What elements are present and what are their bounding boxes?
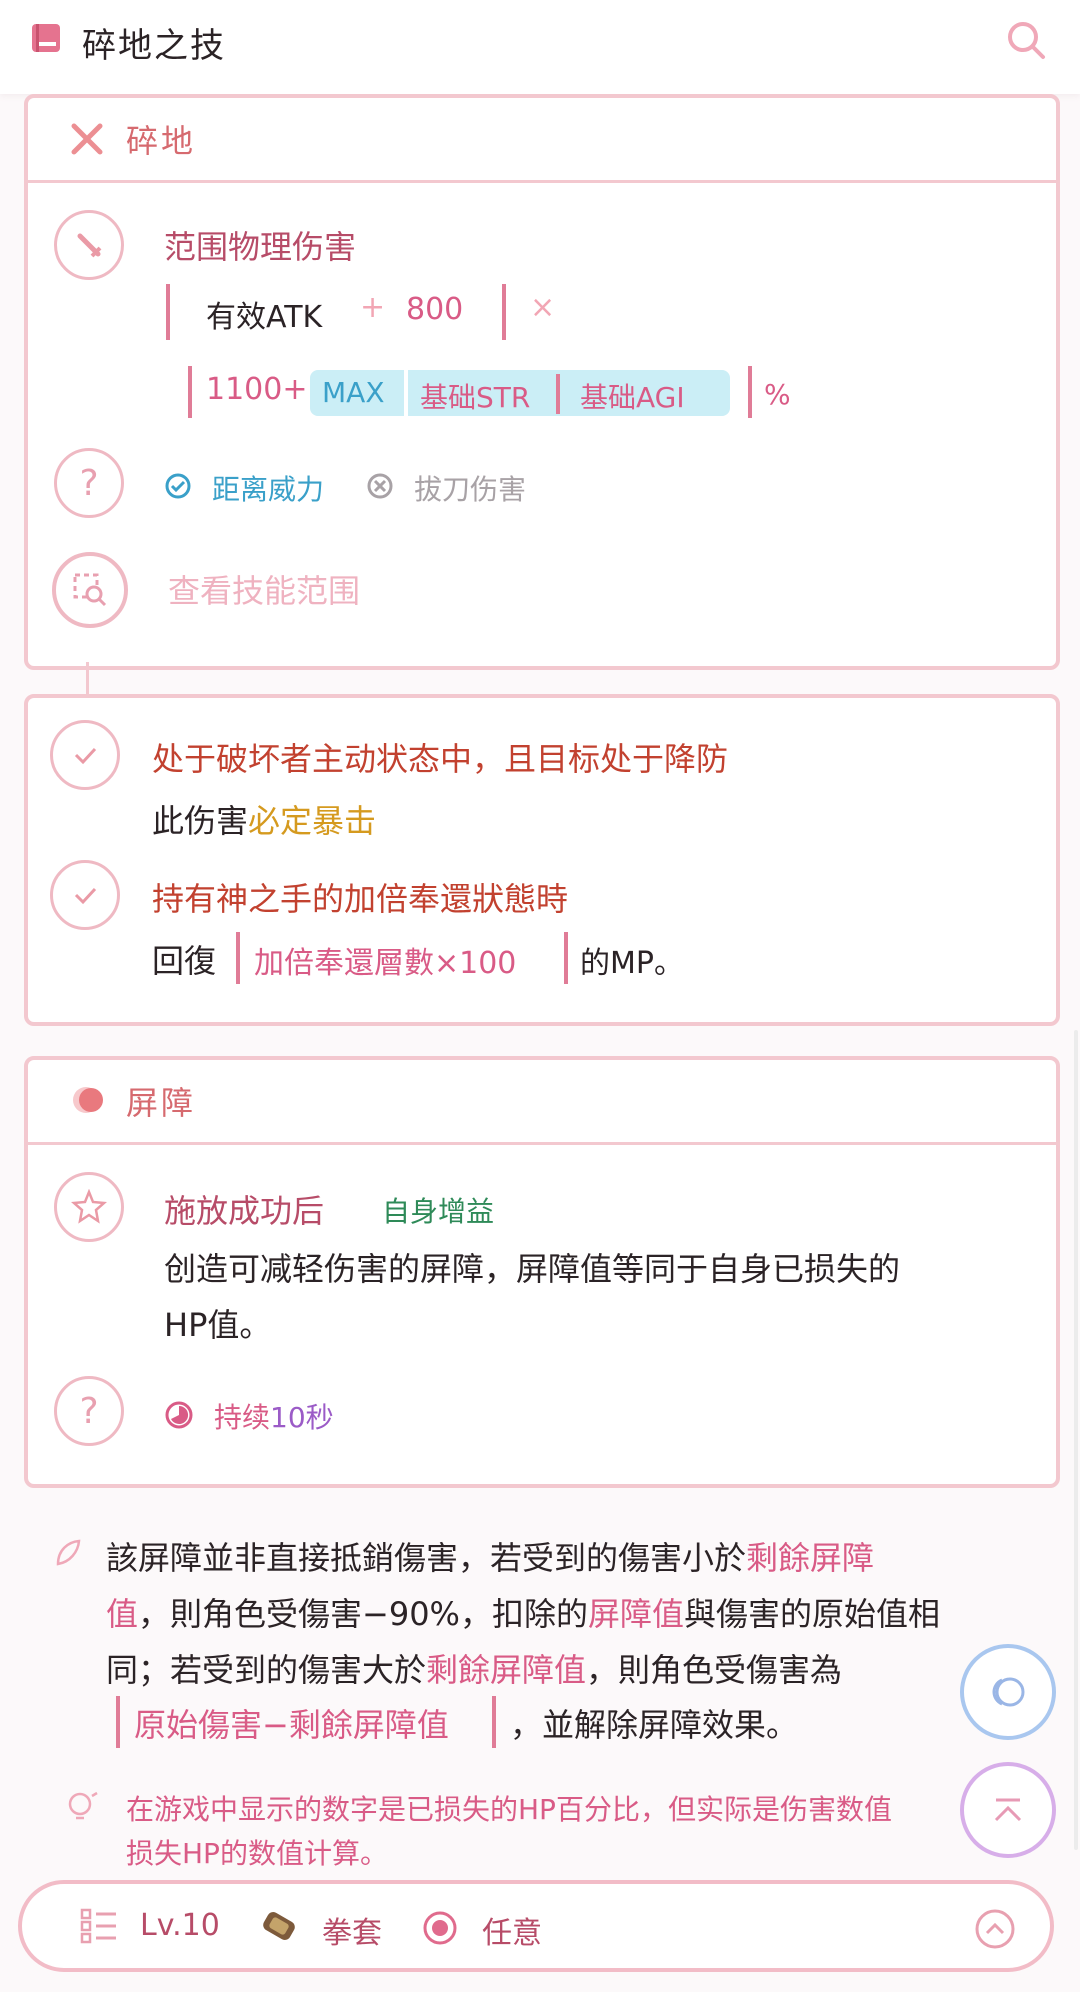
- weapon-type[interactable]: 拳套: [322, 1908, 382, 1952]
- condition-check-badge: [50, 720, 120, 790]
- question-icon: ?: [79, 462, 99, 504]
- target-icon: [423, 1911, 457, 1945]
- note-formula: 原始傷害−剩餘屏障值: [134, 1706, 449, 1744]
- duration-value: 10秒: [270, 1401, 334, 1434]
- note-highlight: 剩餘屏障值: [426, 1651, 587, 1689]
- percent-sign: %: [764, 378, 791, 411]
- note-highlight: 屏障值: [587, 1595, 684, 1633]
- expand-up-icon[interactable]: [974, 1908, 1016, 1950]
- note-line: 該屏障並非直接抵銷傷害，若受到的傷害小於剩餘屏障: [106, 1530, 1036, 1586]
- lightbulb-icon: [68, 1791, 98, 1820]
- critical-highlight: 必定暴击: [248, 802, 377, 840]
- timer-icon: [165, 1401, 193, 1429]
- formula-bracket: [188, 366, 192, 418]
- check-icon: [74, 747, 97, 765]
- condition-1-desc-text: 此伤害: [152, 802, 249, 840]
- scrollbar[interactable]: [1074, 1030, 1078, 1850]
- scroll-top-button[interactable]: [960, 1762, 1056, 1858]
- tag-distance-power: 距离威力: [212, 473, 325, 506]
- formula-bracket: [236, 932, 240, 984]
- note-text: 同；若受到的傷害大於: [106, 1651, 427, 1689]
- note-highlight: 值: [106, 1595, 139, 1633]
- skill-level[interactable]: Lv.10: [140, 1908, 220, 1943]
- book-icon: [32, 24, 60, 52]
- trigger-label: 施放成功后: [164, 1192, 325, 1230]
- note-text-end: ，並解除屏障效果。: [510, 1706, 799, 1744]
- times-sign: ×: [530, 290, 556, 325]
- condition-1-desc: 此伤害必定暴击: [152, 796, 376, 842]
- skill-title: 碎地: [126, 122, 197, 160]
- tip-line: 在游戏中显示的数字是已损失的HP百分比，但实际是伤害数值: [126, 1793, 892, 1826]
- tip-line: 损失HP的数值计算。: [126, 1837, 388, 1870]
- barrier-desc: 创造可减轻伤害的屏障，屏障值等同于自身已损失的: [164, 1250, 901, 1288]
- condition-2-formula: 加倍奉還層數×100: [254, 946, 517, 981]
- buff-badge: [54, 1172, 124, 1242]
- base-stat: 有效ATK: [206, 300, 323, 335]
- switch-view-button[interactable]: [960, 1644, 1056, 1740]
- view-range-button[interactable]: [52, 552, 128, 628]
- condition-check-badge: [50, 860, 120, 930]
- connector-line: [86, 662, 89, 694]
- formula-bracket: [502, 284, 506, 340]
- barrier-icon: [73, 1087, 103, 1113]
- max-tag: MAX: [322, 376, 385, 409]
- note-highlight: 剩餘屏障: [746, 1539, 875, 1577]
- check-icon: [74, 887, 97, 905]
- formula-bracket: [564, 932, 568, 984]
- zoom-area-icon: [73, 573, 107, 607]
- formula-bracket: [748, 366, 752, 418]
- leaf-icon: [56, 1539, 81, 1566]
- condition-2-desc-b: 的MP。: [580, 946, 684, 981]
- str-tag: 基础STR: [420, 381, 531, 414]
- buff-type: 自身增益: [382, 1195, 495, 1228]
- chevron-up-icon: [994, 1798, 1022, 1822]
- check-circle-icon: [165, 473, 191, 499]
- condition-2-desc-a: 回復: [152, 942, 217, 980]
- condition-2-title: 持有神之手的加倍奉還狀態時: [152, 880, 569, 918]
- agi-tag: 基础AGI: [580, 381, 685, 414]
- crossed-swords-icon: [71, 123, 103, 155]
- skill-title: 屏障: [126, 1084, 197, 1122]
- note-line: 同；若受到的傷害大於剩餘屏障值，則角色受傷害為: [106, 1642, 1036, 1698]
- sub-weapon[interactable]: 任意: [482, 1908, 542, 1952]
- page-title: 碎地之技: [82, 26, 226, 66]
- tip-text: 在游戏中显示的数字是已损失的HP百分比，但实际是伤害数值 损失HP的数值计算。: [126, 1788, 966, 1876]
- condition-1-title: 处于破坏者主动状态中，且目标处于降防: [152, 740, 729, 778]
- formula-bracket: [166, 284, 170, 340]
- search-icon[interactable]: [1004, 18, 1048, 62]
- formula-bracket: [492, 1696, 496, 1748]
- multiplier-base: 1100+: [206, 372, 308, 407]
- duration-label: 持续: [214, 1401, 271, 1434]
- note-text: ，則角色受傷害−90%，扣除的: [138, 1595, 588, 1633]
- layers-icon: [992, 1677, 1025, 1707]
- formula-bracket: [116, 1696, 120, 1748]
- pill-divider: [404, 370, 408, 416]
- tag-draw-damage: 拔刀伤害: [414, 473, 527, 506]
- help-badge[interactable]: ?: [54, 448, 124, 518]
- note-text: ，則角色受傷害為: [586, 1651, 843, 1689]
- note-paragraph: 該屏障並非直接抵銷傷害，若受到的傷害小於剩餘屏障 值，則角色受傷害−90%，扣除…: [106, 1530, 1036, 1698]
- plus-value: 800: [406, 292, 464, 327]
- help-badge[interactable]: ?: [54, 1376, 124, 1446]
- note-text: 該屏障並非直接抵銷傷害，若受到的傷害小於: [106, 1539, 747, 1577]
- pill-divider: [556, 374, 560, 414]
- sword-icon: [77, 233, 102, 258]
- knuckle-weapon-icon: [263, 1912, 295, 1940]
- damage-type: 范围物理伤害: [164, 228, 357, 266]
- view-range-label[interactable]: 查看技能范围: [168, 566, 360, 612]
- plus-sign: +: [360, 290, 386, 325]
- duration: 持续10秒: [214, 1396, 334, 1436]
- question-icon: ?: [79, 1390, 99, 1432]
- barrier-desc-cont: HP值。: [164, 1306, 272, 1344]
- damage-type-badge: [54, 210, 124, 280]
- list-icon[interactable]: [80, 1908, 118, 1944]
- note-line: 值，則角色受傷害−90%，扣除的屏障值與傷害的原始值相: [106, 1586, 1036, 1642]
- note-text: 與傷害的原始值相: [683, 1595, 940, 1633]
- x-circle-icon: [367, 473, 393, 499]
- star-icon: [71, 1189, 107, 1224]
